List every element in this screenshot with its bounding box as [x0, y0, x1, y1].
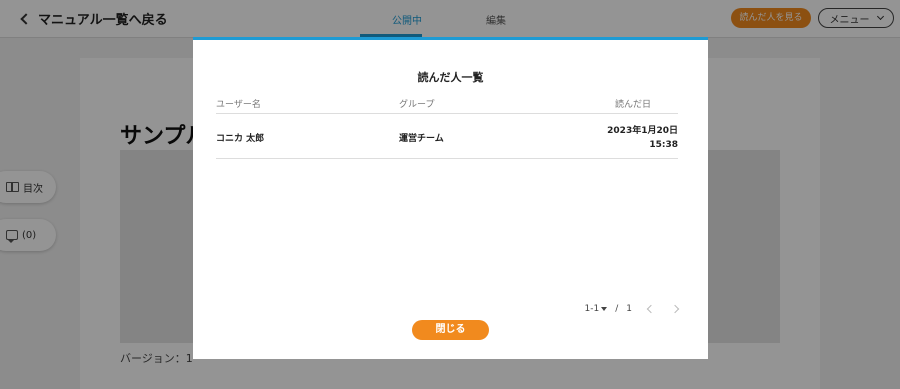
rows-per-page-select[interactable]: 1-1: [585, 304, 608, 314]
column-header-group: グループ: [399, 100, 435, 110]
close-button[interactable]: 閉じる: [412, 320, 489, 340]
column-header-date: 読んだ日: [614, 100, 651, 110]
chevron-left-icon[interactable]: [646, 304, 656, 314]
page-total: 1: [626, 304, 632, 314]
readers-modal: 読んだ人一覧 ユーザー名 グループ 読んだ日 コニカ 太郎 運営チーム 2023…: [193, 37, 708, 359]
table-header-divider: [216, 113, 678, 114]
page-separator: /: [615, 304, 619, 314]
modal-title: 読んだ人一覧: [417, 71, 484, 84]
column-header-user: ユーザー名: [216, 100, 261, 110]
cell-read-date: 2023年1月20日 15:38: [607, 124, 678, 152]
cell-user: コニカ 太郎: [216, 134, 265, 144]
page-range: 1-1: [584, 304, 600, 314]
cell-group: 運営チーム: [399, 134, 444, 144]
table-row-divider: [216, 158, 678, 159]
read-date: 2023年1月20日: [607, 126, 678, 136]
read-time: 15:38: [649, 140, 678, 150]
pagination: 1-1 / 1: [585, 304, 680, 314]
chevron-right-icon[interactable]: [670, 304, 680, 314]
caret-down-icon: [601, 307, 608, 311]
